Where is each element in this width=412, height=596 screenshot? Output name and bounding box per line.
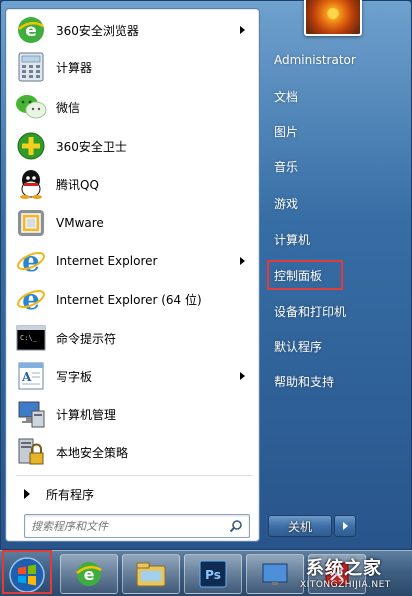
svg-text:e: e [22, 245, 40, 277]
shutdown-button[interactable]: 关机 [268, 515, 332, 537]
shutdown-label: 关机 [287, 519, 312, 534]
program-label: 本地安全策略 [56, 445, 129, 460]
right-link-label: 音乐 [274, 159, 299, 174]
programs-panel: e 360安全浏览器 计算器 微信 360安全卫士 腾讯QQ VMware e … [5, 8, 260, 542]
wechat-icon [14, 90, 48, 124]
program-label: 360安全卫士 [56, 139, 127, 154]
right-link-label: 游戏 [274, 196, 299, 211]
user-picture-flower[interactable] [304, 0, 362, 36]
svg-text:A: A [21, 370, 32, 384]
right-link-label: 计算机 [274, 232, 311, 247]
svg-text:e: e [22, 283, 40, 315]
file-explorer-icon [136, 562, 166, 587]
right-link-label: 默认程序 [274, 339, 323, 354]
360-safeguard-icon [14, 129, 48, 163]
svg-text:C:\_: C:\_ [20, 334, 38, 342]
shutdown-options-button[interactable] [334, 515, 356, 537]
program-item-computer-management[interactable]: 计算机管理 [10, 396, 257, 432]
program-label: 微信 [56, 100, 81, 115]
search-icon[interactable] [229, 519, 243, 536]
wordpad-icon: A [14, 359, 48, 393]
360-browser-icon: e [14, 13, 48, 47]
right-link-devices-printers[interactable]: 设备和打印机 [268, 297, 406, 325]
program-label: Internet Explorer (64 位) [56, 292, 202, 307]
360-browser-icon: e [76, 562, 102, 586]
vmware-icon [14, 206, 48, 240]
chevron-right-icon [342, 522, 348, 530]
expand-arrow-icon [24, 489, 30, 499]
program-item-360-browser[interactable]: e 360安全浏览器 [10, 12, 257, 48]
search-box[interactable] [24, 514, 250, 538]
ie-icon: e [14, 244, 48, 278]
program-item-local-security-policy[interactable]: 本地安全策略 [10, 434, 257, 470]
cmd-icon: C:\_ [14, 321, 48, 355]
right-link-help-support[interactable]: 帮助和支持 [268, 367, 406, 395]
right-link-pictures[interactable]: 图片 [268, 117, 406, 145]
program-item-wordpad[interactable]: A 写字板 [10, 358, 257, 394]
program-item-calculator[interactable]: 计算器 [10, 49, 257, 85]
program-item-vmware[interactable]: VMware [10, 205, 257, 241]
right-link-label: 图片 [274, 124, 299, 139]
computer-management-icon [14, 397, 48, 431]
program-label: Internet Explorer [56, 254, 158, 268]
program-label: 计算机管理 [56, 407, 117, 422]
program-item-internet-explorer[interactable]: e Internet Explorer [10, 243, 257, 279]
all-programs-button[interactable]: 所有程序 [16, 483, 252, 505]
right-link-default-programs[interactable]: 默认程序 [268, 332, 406, 360]
taskbar-photoshop[interactable]: Ps [184, 554, 242, 594]
right-link-computer[interactable]: 计算机 [268, 225, 406, 253]
program-item-internet-explorer-64[interactable]: e Internet Explorer (64 位) [10, 281, 257, 317]
right-link-label: 帮助和支持 [274, 374, 335, 389]
local-security-policy-icon [14, 435, 48, 469]
svg-text:Ps: Ps [205, 568, 221, 582]
separator [16, 475, 252, 476]
program-item-wechat[interactable]: 微信 [10, 89, 257, 125]
program-item-cmd[interactable]: C:\_ 命令提示符 [10, 320, 257, 356]
taskbar-windows-app[interactable] [246, 554, 304, 594]
program-item-qq[interactable]: 腾讯QQ [10, 166, 257, 202]
windows-icon [262, 563, 288, 585]
qq-icon [14, 167, 48, 201]
control-panel-highlight [267, 260, 343, 290]
calculator-icon [14, 50, 48, 84]
ie-icon: e [14, 282, 48, 316]
right-link-label: 文档 [274, 89, 299, 104]
taskbar-file-explorer[interactable] [122, 554, 180, 594]
program-label: 腾讯QQ [56, 177, 99, 192]
right-link-label: 设备和打印机 [274, 304, 347, 319]
right-link-games[interactable]: 游戏 [268, 189, 406, 217]
right-link-label: Administrator [274, 53, 356, 67]
taskbar-360-browser[interactable]: e [60, 554, 118, 594]
program-label: 360安全浏览器 [56, 23, 139, 38]
submenu-arrow-icon [240, 257, 245, 265]
right-link-administrator[interactable]: Administrator [268, 46, 406, 74]
submenu-arrow-icon [240, 26, 245, 34]
all-programs-label: 所有程序 [46, 487, 95, 502]
submenu-arrow-icon [240, 372, 245, 380]
program-label: 计算器 [56, 60, 93, 75]
photoshop-icon: Ps [199, 560, 227, 588]
search-input[interactable] [31, 518, 221, 534]
program-label: 写字板 [56, 369, 93, 384]
program-item-360-safeguard[interactable]: 360安全卫士 [10, 128, 257, 164]
right-link-documents[interactable]: 文档 [268, 82, 406, 110]
program-label: VMware [56, 216, 104, 230]
watermark-title: 系统之家 [306, 558, 382, 579]
right-link-music[interactable]: 音乐 [268, 152, 406, 180]
watermark-url: XITONGZHIJIA.NET [300, 580, 391, 590]
program-label: 命令提示符 [56, 331, 117, 346]
start-button-highlight [2, 550, 52, 594]
